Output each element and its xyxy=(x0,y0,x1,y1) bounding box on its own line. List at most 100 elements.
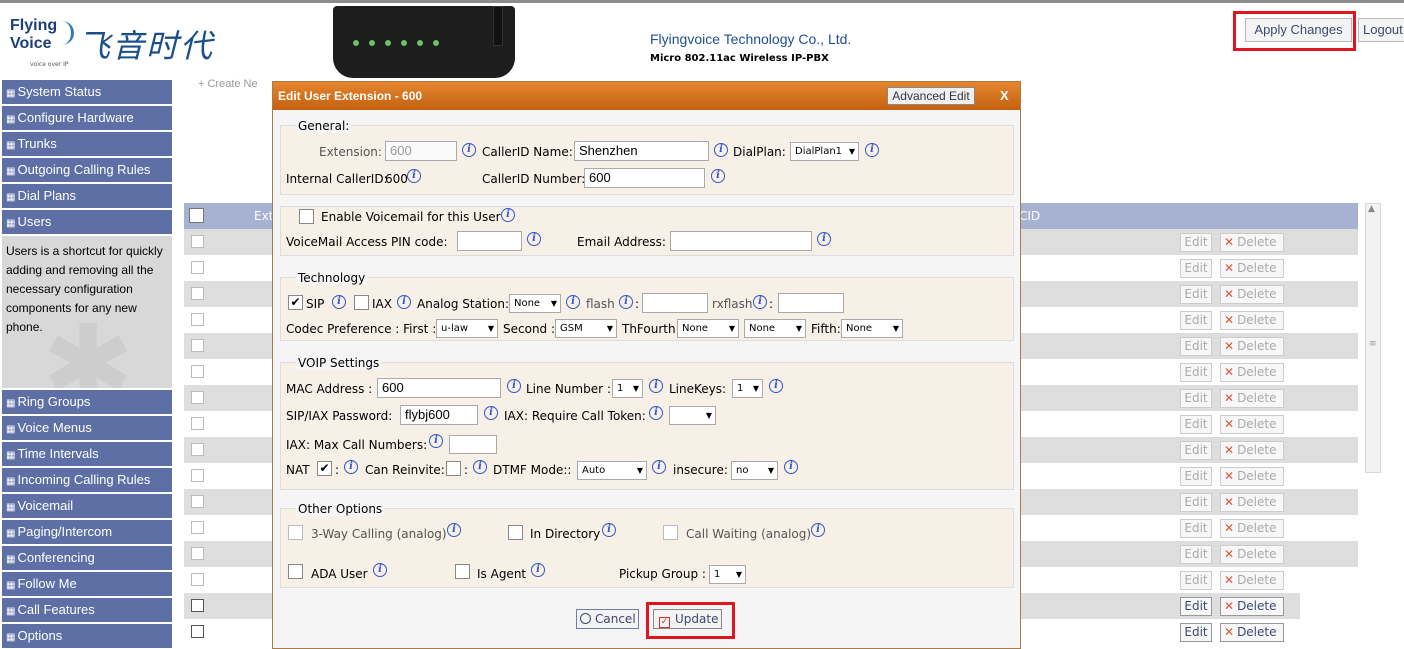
pin-field[interactable] xyxy=(457,231,522,251)
table-scrollbar[interactable]: ▲ ≡ xyxy=(1365,203,1381,473)
codec-fifth-select[interactable]: None ▼ xyxy=(841,319,903,338)
edit-button[interactable]: Edit xyxy=(1180,337,1212,356)
edit-button[interactable]: Edit xyxy=(1180,285,1212,304)
is-agent-checkbox[interactable] xyxy=(455,564,470,579)
call-waiting-checkbox[interactable] xyxy=(663,525,678,540)
sidebar-item-trunks[interactable]: ▦ Trunks xyxy=(2,132,172,156)
row-checkbox[interactable] xyxy=(191,339,204,352)
flash-field[interactable] xyxy=(642,293,708,313)
codec-second-select[interactable]: GSM ▼ xyxy=(555,319,617,338)
row-checkbox[interactable] xyxy=(191,547,204,560)
edit-button[interactable]: Edit xyxy=(1180,623,1212,642)
pickup-group-select[interactable]: 1 ▼ xyxy=(709,565,746,584)
nat-checkbox[interactable]: ✔ xyxy=(317,461,332,476)
info-icon[interactable]: i xyxy=(784,460,798,474)
callerid-name-field[interactable]: Shenzhen xyxy=(574,141,709,161)
apply-changes-button[interactable]: Apply Changes xyxy=(1245,18,1352,42)
scroll-up-icon[interactable]: ▲ xyxy=(1368,204,1375,214)
row-checkbox[interactable] xyxy=(191,495,204,508)
edit-button[interactable]: Edit xyxy=(1180,493,1212,512)
delete-button[interactable]: ✕ Delete xyxy=(1220,545,1284,564)
ada-user-checkbox[interactable] xyxy=(288,564,303,579)
edit-button[interactable]: Edit xyxy=(1180,259,1212,278)
sidebar-item-outgoing-calling-rules[interactable]: ▦ Outgoing Calling Rules xyxy=(2,158,172,182)
edit-button[interactable]: Edit xyxy=(1180,545,1212,564)
delete-button[interactable]: ✕ Delete xyxy=(1220,311,1284,330)
row-checkbox[interactable] xyxy=(191,417,204,430)
sidebar-item-time-intervals[interactable]: ▦ Time Intervals xyxy=(2,442,172,466)
three-way-calling-checkbox[interactable] xyxy=(288,525,303,540)
info-icon[interactable]: i xyxy=(602,523,616,537)
codec-third-select[interactable]: None ▼ xyxy=(677,319,739,338)
info-icon[interactable]: i xyxy=(527,232,541,246)
info-icon[interactable]: i xyxy=(407,169,421,183)
info-icon[interactable]: i xyxy=(447,523,461,537)
info-icon[interactable]: i xyxy=(332,295,346,309)
edit-button[interactable]: Edit xyxy=(1180,441,1212,460)
sidebar-item-dial-plans[interactable]: ▦ Dial Plans xyxy=(2,184,172,208)
insecure-select[interactable]: no ▼ xyxy=(731,461,778,480)
info-icon[interactable]: i xyxy=(507,379,521,393)
row-checkbox[interactable] xyxy=(191,599,204,612)
dialplan-select[interactable]: DialPlan1 ▼ xyxy=(790,142,859,161)
row-checkbox[interactable] xyxy=(191,469,204,482)
update-button[interactable]: ✓ Update xyxy=(653,609,722,629)
rxflash-field[interactable] xyxy=(778,293,844,313)
require-call-token-select[interactable]: ▼ xyxy=(669,406,716,425)
row-checkbox[interactable] xyxy=(191,313,204,326)
edit-button[interactable]: Edit xyxy=(1180,519,1212,538)
delete-button[interactable]: ✕ Delete xyxy=(1220,389,1284,408)
delete-button[interactable]: ✕ Delete xyxy=(1220,623,1284,642)
edit-button[interactable]: Edit xyxy=(1180,363,1212,382)
iax-checkbox[interactable] xyxy=(354,295,369,310)
scroll-grip-icon[interactable]: ≡ xyxy=(1369,339,1377,349)
sip-iax-password-field[interactable]: flybj600 xyxy=(400,405,478,425)
row-checkbox[interactable] xyxy=(191,235,204,248)
info-icon[interactable]: i xyxy=(652,460,666,474)
info-icon[interactable]: i xyxy=(649,379,663,393)
info-icon[interactable]: i xyxy=(566,295,580,309)
max-call-numbers-field[interactable] xyxy=(449,435,497,454)
row-checkbox[interactable] xyxy=(191,625,204,638)
delete-button[interactable]: ✕ Delete xyxy=(1220,441,1284,460)
info-icon[interactable]: i xyxy=(711,169,725,183)
row-checkbox[interactable] xyxy=(191,521,204,534)
sidebar-item-call-features[interactable]: ▦ Call Features xyxy=(2,598,172,622)
sidebar-item-ring-groups[interactable]: ▦ Ring Groups xyxy=(2,390,172,414)
info-icon[interactable]: i xyxy=(753,295,767,309)
info-icon[interactable]: i xyxy=(811,523,825,537)
info-icon[interactable]: i xyxy=(344,460,358,474)
row-checkbox[interactable] xyxy=(191,573,204,586)
sidebar-item-conferencing[interactable]: ▦ Conferencing xyxy=(2,546,172,570)
advanced-edit-button[interactable]: Advanced Edit xyxy=(887,87,975,105)
row-checkbox[interactable] xyxy=(191,287,204,300)
sidebar-item-options[interactable]: ▦ Options xyxy=(2,624,172,648)
delete-button[interactable]: ✕ Delete xyxy=(1220,285,1284,304)
select-all-checkbox[interactable] xyxy=(189,208,204,223)
mac-address-field[interactable]: 600 xyxy=(377,378,501,398)
delete-button[interactable]: ✕ Delete xyxy=(1220,571,1284,590)
edit-button[interactable]: Edit xyxy=(1180,597,1212,616)
codec-first-select[interactable]: u-law ▼ xyxy=(436,319,498,338)
row-checkbox[interactable] xyxy=(191,443,204,456)
linekeys-select[interactable]: 1 ▼ xyxy=(732,379,763,398)
info-icon[interactable]: i xyxy=(397,295,411,309)
info-icon[interactable]: i xyxy=(462,143,476,157)
dtmf-mode-select[interactable]: Auto ▼ xyxy=(577,461,647,480)
can-reinvite-checkbox[interactable] xyxy=(446,461,461,476)
delete-button[interactable]: ✕ Delete xyxy=(1220,233,1284,252)
extension-field[interactable]: 600 xyxy=(385,141,457,161)
info-icon[interactable]: i xyxy=(619,295,633,309)
in-directory-checkbox[interactable] xyxy=(508,525,523,540)
info-icon[interactable]: i xyxy=(865,143,879,157)
delete-button[interactable]: ✕ Delete xyxy=(1220,493,1284,512)
delete-button[interactable]: ✕ Delete xyxy=(1220,415,1284,434)
delete-button[interactable]: ✕ Delete xyxy=(1220,363,1284,382)
info-icon[interactable]: i xyxy=(429,434,443,448)
close-icon[interactable]: X xyxy=(1000,82,1009,110)
info-icon[interactable]: i xyxy=(373,563,387,577)
delete-button[interactable]: ✕ Delete xyxy=(1220,467,1284,486)
codec-fourth-select[interactable]: None ▼ xyxy=(744,319,806,338)
edit-button[interactable]: Edit xyxy=(1180,467,1212,486)
analog-station-select[interactable]: None ▼ xyxy=(509,294,561,313)
